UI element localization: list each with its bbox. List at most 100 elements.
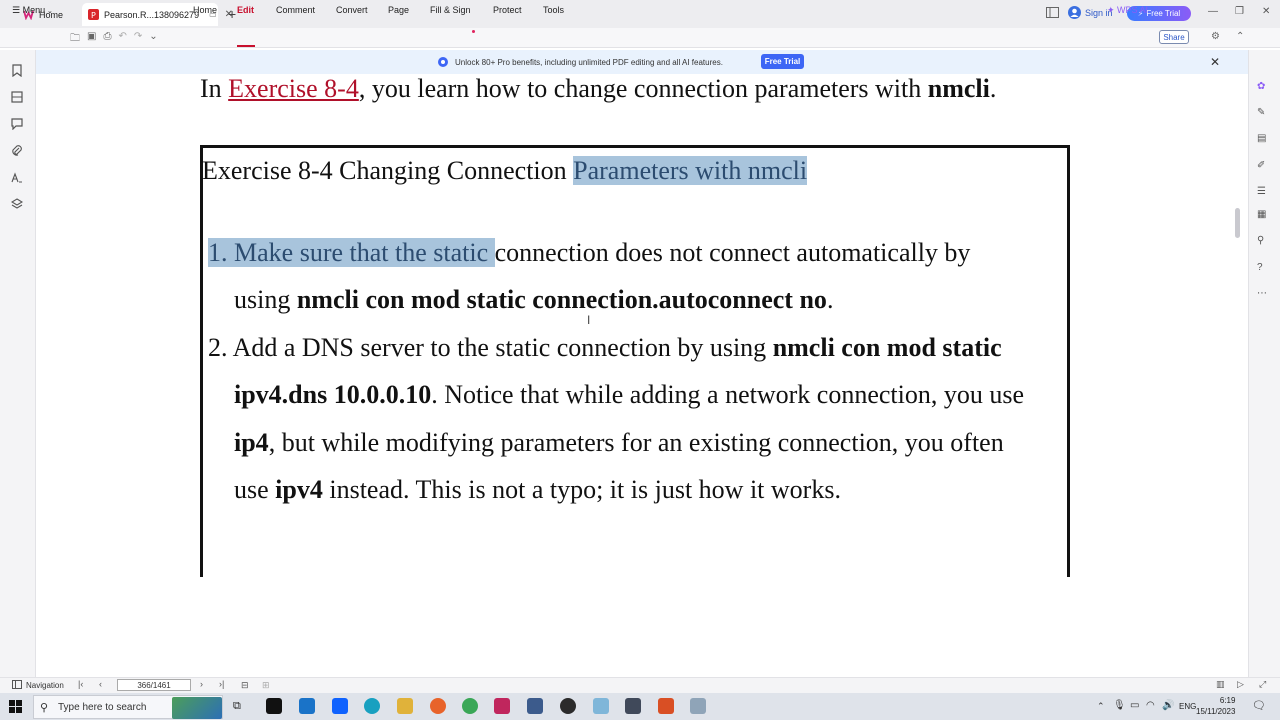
step-2-text: , but while modifying parameters for an … — [268, 428, 1004, 457]
navigation-icon[interactable] — [12, 680, 22, 689]
signature-icon[interactable] — [11, 172, 23, 184]
bookmark-icon[interactable] — [11, 64, 23, 77]
annotate-icon[interactable]: ✐ — [1257, 160, 1265, 171]
vertical-scrollbar[interactable] — [1232, 74, 1244, 677]
menu-home[interactable]: Home — [193, 5, 217, 15]
step-1-text: using — [234, 285, 297, 314]
settings-icon[interactable]: ⚙ — [1211, 31, 1220, 42]
next-page-icon[interactable]: › — [200, 679, 203, 689]
chrome-icon[interactable] — [462, 698, 478, 714]
help-icon[interactable]: ? — [1257, 262, 1263, 273]
step-2-command: nmcli con mod static — [772, 333, 1002, 362]
layers-icon[interactable] — [11, 198, 23, 210]
clock-date: 15/11/2023 — [1196, 707, 1236, 716]
redo-icon[interactable]: ↷ — [134, 31, 142, 48]
open-folder-icon[interactable]: 🗀 — [70, 31, 80, 48]
more-icon[interactable]: ⋯ — [1257, 288, 1267, 299]
step-2-text: instead. This is not a typo; it is just … — [322, 475, 841, 504]
fullscreen-icon[interactable]: ⤢ — [1259, 679, 1266, 690]
scrollbar-thumb[interactable] — [1235, 208, 1240, 238]
share-button[interactable]: Share — [1159, 30, 1189, 44]
banner-close-icon[interactable]: ✕ — [1210, 55, 1220, 69]
obs-icon[interactable] — [560, 698, 576, 714]
menu-convert[interactable]: Convert — [336, 5, 368, 15]
restore-button[interactable]: ❐ — [1235, 6, 1244, 17]
wps-ai-button[interactable]: ✦ WPS AI — [1107, 5, 1148, 16]
menu-comment[interactable]: Comment — [276, 5, 315, 15]
search-icon[interactable]: ⚲ — [1257, 235, 1264, 246]
language-indicator[interactable]: ENG — [1179, 702, 1196, 711]
notification-center-icon[interactable]: 🗨 — [1252, 699, 1266, 712]
wps-ai-label: WPS AI — [1117, 5, 1149, 15]
menu-tools[interactable]: Tools — [543, 5, 564, 15]
first-page-icon[interactable]: |‹ — [78, 679, 83, 689]
close-window-button[interactable]: ✕ — [1262, 6, 1270, 17]
step-1-line-2: using nmcli con mod static connection.au… — [234, 285, 833, 315]
menu-page[interactable]: Page — [388, 5, 409, 15]
exercise-title: Exercise 8-4 Changing Connection Paramet… — [202, 156, 808, 186]
windows-start-icon[interactable] — [9, 700, 22, 713]
minimize-button[interactable]: — — [1208, 6, 1218, 17]
fit-page-icon[interactable]: ⊟ — [241, 680, 249, 691]
collapse-ribbon-icon[interactable]: ⌃ — [1236, 31, 1244, 42]
attachment-icon[interactable] — [11, 145, 23, 157]
virtualbox-icon[interactable] — [527, 698, 543, 714]
microphone-icon[interactable]: 🎙 — [1113, 700, 1126, 711]
sign-in-button[interactable]: Sign in — [1068, 6, 1113, 19]
banner-free-trial-button[interactable]: Free Trial — [761, 54, 804, 69]
page-number-input[interactable]: 366/1461 — [117, 679, 191, 691]
battery-icon[interactable]: ▭ — [1130, 700, 1139, 711]
print-icon[interactable]: ⎙ — [103, 31, 111, 48]
edit-text-icon[interactable]: ✎ — [1257, 107, 1265, 118]
menu-fill-sign[interactable]: Fill & Sign — [430, 5, 471, 15]
properties-icon[interactable]: ☰ — [1257, 186, 1266, 197]
undo-icon[interactable]: ↶ — [118, 31, 126, 48]
quick-toolbar: 🗀 ▣ ⎙ ↶ ↷ ⌄ — [70, 31, 158, 48]
document-info-icon[interactable]: ▤ — [1257, 133, 1266, 144]
play-icon[interactable]: ▷ — [1237, 679, 1244, 690]
exercise-link[interactable]: Exercise 8-4 — [228, 74, 359, 103]
free-trial-label: Free Trial — [1146, 9, 1181, 18]
exercise-title-text: Exercise 8-4 Changing Connection — [202, 156, 574, 185]
file-explorer-icon[interactable] — [397, 698, 413, 714]
user-avatar-icon — [1068, 6, 1081, 19]
page-view-icon[interactable]: ▦ — [1257, 209, 1266, 220]
last-page-icon[interactable]: ›| — [219, 679, 224, 689]
new-tab-button[interactable]: + — [228, 6, 236, 22]
menu-edit[interactable]: Edit — [237, 5, 254, 15]
menu-protect[interactable]: Protect — [493, 5, 522, 15]
dropbox-icon[interactable] — [332, 698, 348, 714]
window-layout-icon[interactable] — [1046, 7, 1059, 18]
remote-desktop-icon[interactable] — [690, 698, 706, 714]
more-chevron-icon[interactable]: ⌄ — [149, 31, 157, 48]
taskbar-clock[interactable]: 6:19 15/11/2023 — [1196, 695, 1235, 717]
calculator-icon[interactable] — [625, 698, 641, 714]
wifi-icon[interactable]: ◠ — [1146, 700, 1155, 711]
intro-text: . — [989, 74, 997, 103]
menu-button[interactable]: ☰ Menu ⌄ — [12, 5, 53, 16]
volume-icon[interactable]: 🔊 — [1162, 700, 1174, 711]
thumbnails-icon[interactable] — [11, 91, 23, 103]
svg-text:P: P — [91, 11, 96, 20]
comment-icon[interactable] — [11, 118, 23, 130]
step-1-text: connection does not connect automaticall… — [494, 238, 971, 267]
step-1-text: . — [826, 285, 834, 314]
reading-mode-icon[interactable]: ▥ — [1216, 679, 1225, 690]
ai-assistant-icon[interactable]: ✿ — [1257, 81, 1265, 92]
step-2-line-3: ip4, but while modifying parameters for … — [234, 428, 1004, 458]
edge-icon[interactable] — [364, 698, 380, 714]
notion-icon[interactable] — [266, 698, 282, 714]
media-app-icon[interactable] — [658, 698, 674, 714]
pdf-icon: P — [88, 9, 99, 21]
mail-icon[interactable] — [299, 698, 315, 714]
firefox-icon[interactable] — [430, 698, 446, 714]
taskbar-search-icon: ⚲ — [40, 702, 49, 714]
prev-page-icon[interactable]: ‹ — [99, 679, 102, 689]
navigation-label[interactable]: Navigation — [26, 681, 64, 690]
save-icon[interactable]: ▣ — [87, 31, 96, 48]
tray-chevron-icon[interactable]: ⌃ — [1097, 701, 1105, 712]
fit-width-icon[interactable]: ⊞ — [262, 680, 270, 691]
wps-office-icon[interactable] — [494, 698, 510, 714]
task-view-icon[interactable]: ⧉ — [233, 700, 241, 713]
snipping-tool-icon[interactable] — [593, 698, 609, 714]
